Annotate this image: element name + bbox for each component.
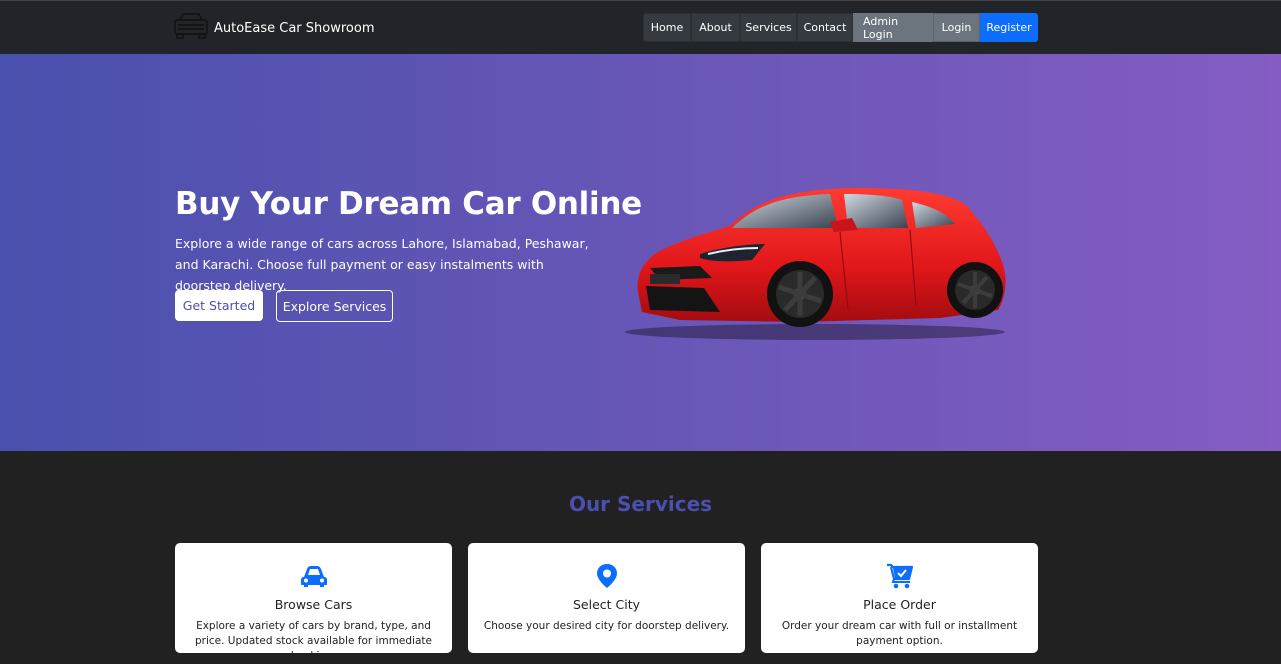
nav-contact-button[interactable]: Contact [797,13,853,42]
car-outline-icon [174,12,208,44]
service-card-place-order: Place Order Order your dream car with fu… [761,543,1038,653]
get-started-button[interactable]: Get Started [175,290,263,321]
navbar: AutoEase Car Showroom Home About Service… [0,0,1281,54]
service-card-select-city: Select City Choose your desired city for… [468,543,745,653]
nav-admin-login-button[interactable]: Admin Login [853,13,933,42]
explore-services-button[interactable]: Explore Services [276,290,393,322]
hero-description: Explore a wide range of cars across Laho… [175,236,589,293]
services-title: Our Services [568,492,713,516]
nav-login-button[interactable]: Login [933,13,980,42]
service-card-browse-cars: Browse Cars Explore a variety of cars by… [175,543,452,662]
service-card-title: Browse Cars [274,597,353,612]
service-card-title: Select City [572,597,641,612]
nav-links: Home About Services Contact Admin Login … [643,13,1038,42]
service-card-title: Place Order [863,597,936,612]
hero-title: Buy Your Dream Car Online [175,186,642,222]
nav-about-button[interactable]: About [691,13,740,42]
hero-section: Buy Your Dream Car Online Explore a wide… [0,54,1281,451]
nav-services-button[interactable]: Services [740,13,797,42]
brand[interactable]: AutoEase Car Showroom [174,13,375,43]
red-car-image [625,188,1006,340]
car-front-icon [175,563,452,589]
nav-home-button[interactable]: Home [643,13,691,42]
map-pin-icon [468,563,745,589]
brand-name: AutoEase Car Showroom [214,20,375,36]
nav-register-button[interactable]: Register [980,13,1038,42]
service-card-text: Choose your desired city for doorstep de… [483,620,730,632]
cart-check-icon [761,563,1038,589]
service-card-text: Order your dream car with full or instal… [781,620,1018,647]
